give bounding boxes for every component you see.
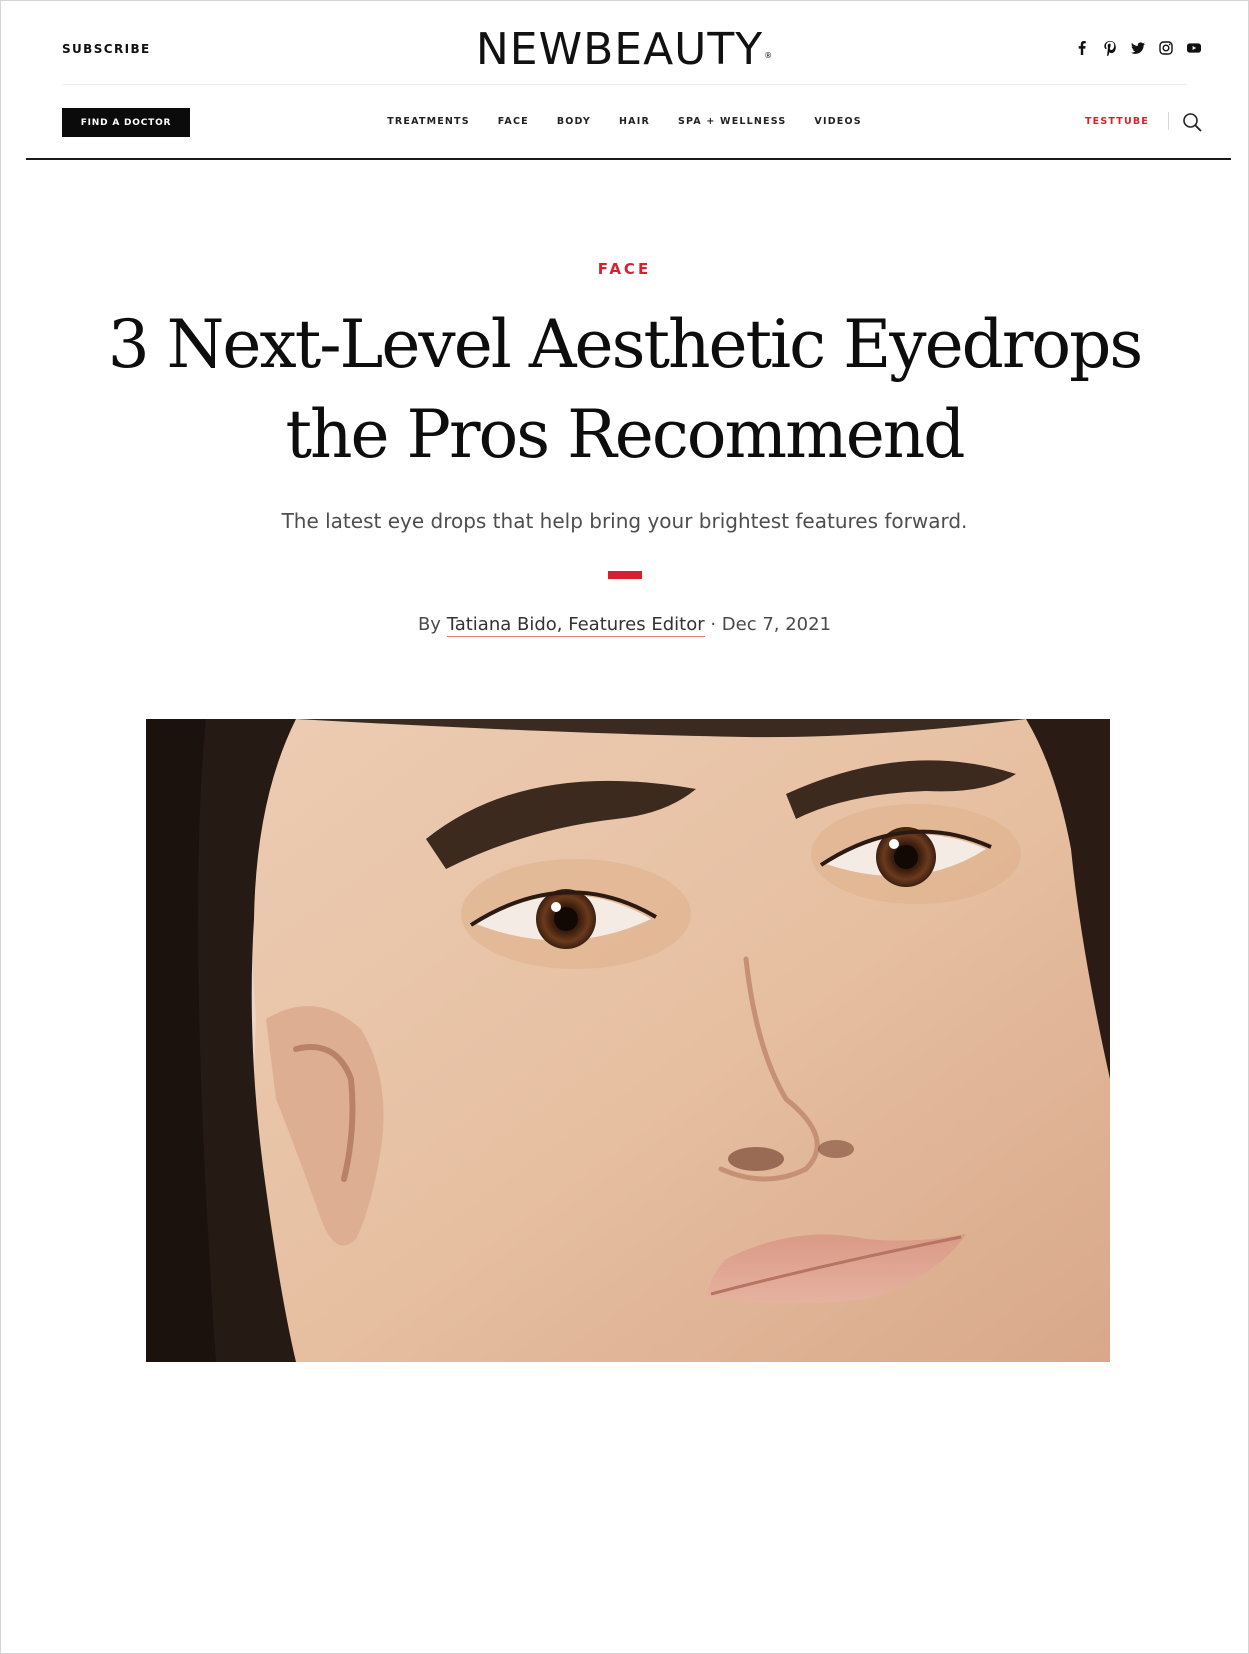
nav-item-spa-wellness[interactable]: SPA + WELLNESS — [678, 116, 786, 127]
nav-item-face[interactable]: FACE — [498, 116, 529, 127]
article-title-line-1: 3 Next-Level Aesthetic Eyedrops — [107, 306, 1144, 383]
nav-separator — [1168, 112, 1169, 130]
byline-separator: · — [704, 614, 722, 635]
publish-date: Dec 7, 2021 — [721, 614, 832, 635]
pinterest-icon[interactable] — [1103, 40, 1117, 56]
article-category[interactable]: FACE — [0, 260, 1249, 278]
twitter-icon[interactable] — [1131, 40, 1145, 56]
nav-item-hair[interactable]: HAIR — [619, 116, 650, 127]
facebook-icon[interactable] — [1075, 40, 1089, 56]
youtube-icon[interactable] — [1187, 40, 1201, 56]
search-icon[interactable] — [1182, 112, 1202, 132]
nav-item-body[interactable]: BODY — [557, 116, 591, 127]
header-divider — [62, 84, 1187, 85]
article-byline: By Tatiana Bido, Features Editor · Dec 7… — [0, 614, 1249, 637]
main-nav: TREATMENTS FACE BODY HAIR SPA + WELLNESS… — [0, 116, 1249, 127]
nav-item-treatments[interactable]: TREATMENTS — [387, 116, 470, 127]
hero-image — [146, 719, 1110, 1362]
article-title: 3 Next-Level Aesthetic Eyedrops the Pros… — [0, 300, 1249, 480]
registered-mark: ® — [764, 51, 774, 60]
testtube-link[interactable]: TESTTUBE — [1085, 116, 1149, 127]
accent-divider — [608, 571, 642, 579]
logo-text: NEWBEAUTY — [475, 24, 764, 75]
byline-prefix: By — [417, 614, 447, 635]
nav-divider — [26, 158, 1231, 160]
author-link[interactable]: Tatiana Bido, Features Editor — [446, 614, 705, 637]
article-subtitle: The latest eye drops that help bring you… — [281, 509, 968, 533]
article-title-line-2: the Pros Recommend — [285, 396, 965, 473]
social-links — [1075, 40, 1201, 56]
instagram-icon[interactable] — [1159, 40, 1173, 56]
nav-item-videos[interactable]: VIDEOS — [814, 116, 861, 127]
site-logo[interactable]: NEWBEAUTY® — [0, 24, 1249, 76]
